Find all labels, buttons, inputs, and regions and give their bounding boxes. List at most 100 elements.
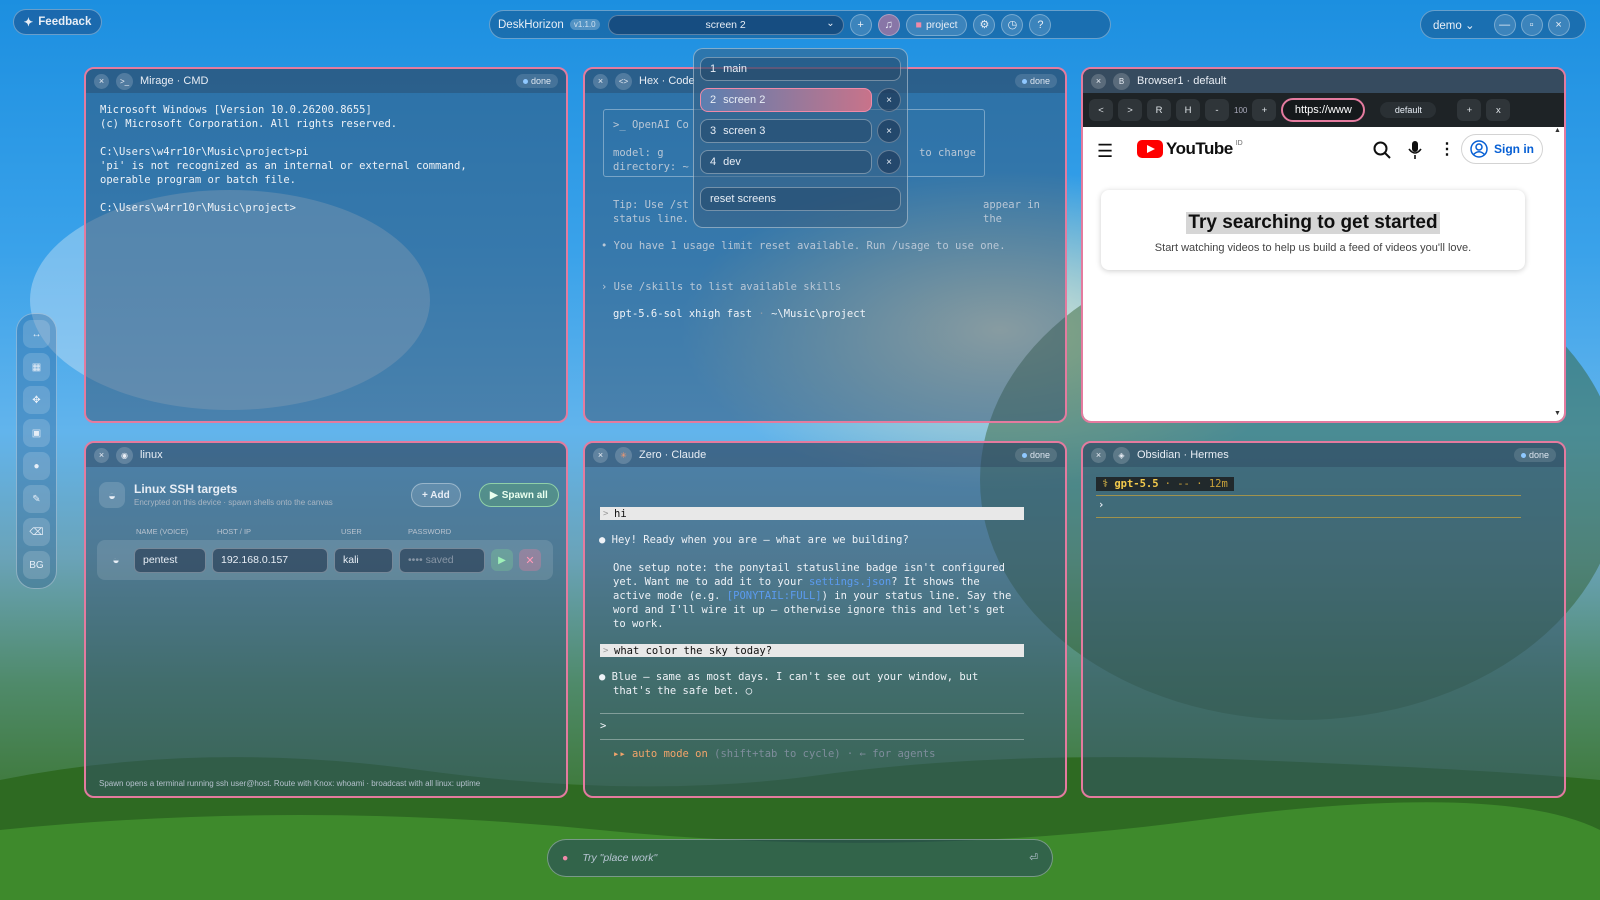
close-icon[interactable]: × — [877, 150, 901, 174]
zoom-out-button[interactable]: - — [1205, 99, 1229, 121]
user-menu[interactable]: demo ⌄ — [1433, 18, 1475, 32]
add-target-button[interactable]: + Add — [411, 483, 461, 507]
menu-icon[interactable]: ☰ — [1097, 141, 1113, 162]
status-badge: done — [515, 74, 558, 88]
reset-screens-label[interactable]: reset screens — [700, 187, 901, 211]
status-badge: done — [1014, 448, 1057, 462]
zoom-in-button[interactable]: + — [1252, 99, 1277, 121]
terminal-output[interactable]: Microsoft Windows [Version 10.0.26200.86… — [86, 93, 566, 225]
screen-item-screen-3[interactable]: 3 screen 3 × — [700, 119, 901, 143]
add-screen-button[interactable]: + — [849, 13, 872, 36]
assistant-note: One setup note: the ponytail statusline … — [613, 562, 1012, 630]
claude-window[interactable]: × ✳ Zero · Claude done hi ● Hey! Ready w… — [583, 441, 1067, 798]
password-field[interactable]: •••• saved — [399, 547, 485, 573]
history-button[interactable]: ◷ — [1001, 13, 1024, 36]
close-icon[interactable]: × — [593, 447, 608, 463]
terminal-icon: >_ — [116, 72, 133, 90]
obsidian-window[interactable]: × ◈ Obsidian · Hermes done ⚕ gpt-5.5 · -… — [1081, 441, 1566, 798]
screen-number: 2 — [710, 94, 717, 106]
screen-item-label[interactable]: 2 screen 2 — [700, 88, 872, 112]
eraser-icon[interactable]: ⌫ — [23, 518, 50, 546]
hermes-icon: ◈ — [1113, 446, 1130, 464]
prompt-input[interactable]: > — [600, 719, 606, 733]
hermes-terminal[interactable]: ⚕ gpt-5.5 · -- · 12m › — [1083, 467, 1564, 796]
plus-icon: + — [857, 18, 864, 31]
search-icon-glyph — [1373, 141, 1391, 159]
close-icon[interactable]: × — [1091, 73, 1106, 89]
screen-item-screen-2[interactable]: 2 screen 2 × — [700, 88, 901, 112]
url-field[interactable]: https://www — [1281, 98, 1366, 122]
delete-button[interactable]: ✕ — [519, 549, 541, 571]
screen-number: 1 — [710, 63, 717, 75]
music-button[interactable]: ♫ — [877, 13, 900, 36]
chevron-down-icon: ⌄ — [1464, 19, 1475, 32]
forward-button[interactable]: > — [1118, 99, 1142, 121]
project-button[interactable]: ■ project — [905, 13, 968, 36]
scrollbar[interactable]: ▲ ▼ — [1554, 127, 1562, 417]
home-button[interactable]: H — [1176, 99, 1200, 121]
screen-item-label[interactable]: 1 main — [700, 57, 901, 81]
help-button[interactable]: ? — [1029, 13, 1052, 36]
user-field[interactable]: kali — [334, 547, 393, 573]
more-icon[interactable]: ⋮ — [1439, 139, 1455, 159]
move-icon[interactable]: ✥ — [23, 386, 50, 414]
close-icon[interactable]: × — [877, 119, 901, 143]
square-icon[interactable]: ▣ — [23, 419, 50, 447]
background-button[interactable]: BG — [23, 551, 50, 579]
settings-button[interactable]: ⚙ — [973, 13, 996, 36]
search-icon[interactable] — [1373, 141, 1391, 164]
prompt-input[interactable]: › — [1098, 499, 1104, 511]
dot-icon[interactable]: ● — [23, 452, 50, 480]
profile-select[interactable]: default — [1380, 102, 1437, 118]
minimize-button[interactable]: — — [1493, 13, 1516, 36]
host-field[interactable]: 192.168.0.157 — [212, 547, 328, 573]
close-icon[interactable]: × — [1091, 447, 1106, 463]
screen-select[interactable]: screen 2 ⌄ — [607, 14, 844, 35]
linux-window[interactable]: × ◉ linux ◒ Linux SSH targets Encrypted … — [84, 441, 568, 798]
claude-terminal[interactable]: hi ● Hey! Ready when you are — what are … — [585, 467, 1065, 796]
close-icon[interactable]: × — [877, 88, 901, 112]
screen-item-main[interactable]: 1 main — [700, 57, 901, 81]
screen-item-dev[interactable]: 4 dev × — [700, 150, 901, 174]
maximize-button[interactable]: ▫ — [1520, 13, 1543, 36]
close-icon[interactable]: × — [94, 73, 109, 89]
youtube-logo[interactable]: YouTube ID — [1137, 139, 1243, 159]
spawn-button[interactable]: ▶ — [491, 549, 513, 571]
command-input[interactable]: Try "place work" — [582, 852, 657, 864]
model-meta: · -- · 12m — [1164, 478, 1228, 490]
spawn-all-button[interactable]: ▶ Spawn all — [479, 483, 559, 507]
pen-icon[interactable]: ✎ — [23, 485, 50, 513]
expand-icon[interactable]: ↔ — [23, 320, 50, 348]
grid-icon[interactable]: ▦ — [23, 353, 50, 381]
enter-icon[interactable]: ⏎ — [1029, 852, 1038, 864]
user-name: demo — [1433, 19, 1462, 32]
name-field[interactable]: pentest — [134, 547, 206, 573]
sign-in-button[interactable]: Sign in — [1461, 134, 1543, 164]
screen-item-label[interactable]: 3 screen 3 — [700, 119, 872, 143]
skills-line: › Use /skills to list available skills — [601, 281, 842, 293]
mode-hint: (shift+tab to cycle) · ← for agents — [714, 748, 936, 760]
close-icon[interactable]: × — [593, 73, 608, 89]
mic-icon[interactable]: ● — [562, 852, 568, 864]
mic-icon[interactable] — [1408, 140, 1422, 165]
back-button[interactable]: < — [1089, 99, 1113, 121]
screen-item-label[interactable]: 4 dev — [700, 150, 872, 174]
cmd-window[interactable]: × >_ Mirage · CMD done Microsoft Windows… — [84, 67, 568, 423]
window-header: × ✳ Zero · Claude done — [585, 443, 1065, 467]
reset-screens-button[interactable]: reset screens — [700, 187, 901, 211]
close-tab-button[interactable]: x — [1486, 99, 1511, 121]
claude-icon: ✳ — [615, 446, 632, 464]
close-button[interactable]: × — [1547, 13, 1570, 36]
command-bar[interactable]: ● Try "place work" ⏎ — [547, 839, 1053, 877]
account-icon — [1470, 140, 1488, 158]
spinner-icon: ◯ — [745, 685, 753, 697]
new-tab-button[interactable]: + — [1457, 99, 1482, 121]
settings-link[interactable]: settings.json — [809, 576, 891, 588]
close-icon[interactable]: × — [94, 447, 109, 463]
reload-button[interactable]: R — [1147, 99, 1171, 121]
assistant-reply: Blue — same as most days. I can't see ou… — [611, 671, 979, 683]
chevron-down-icon: ⌄ — [826, 17, 835, 29]
window-title: linux — [140, 449, 163, 461]
browser-window[interactable]: × B Browser1 · default < > R H - 100 + h… — [1081, 67, 1566, 423]
feedback-button[interactable]: ✦ Feedback — [13, 9, 102, 35]
